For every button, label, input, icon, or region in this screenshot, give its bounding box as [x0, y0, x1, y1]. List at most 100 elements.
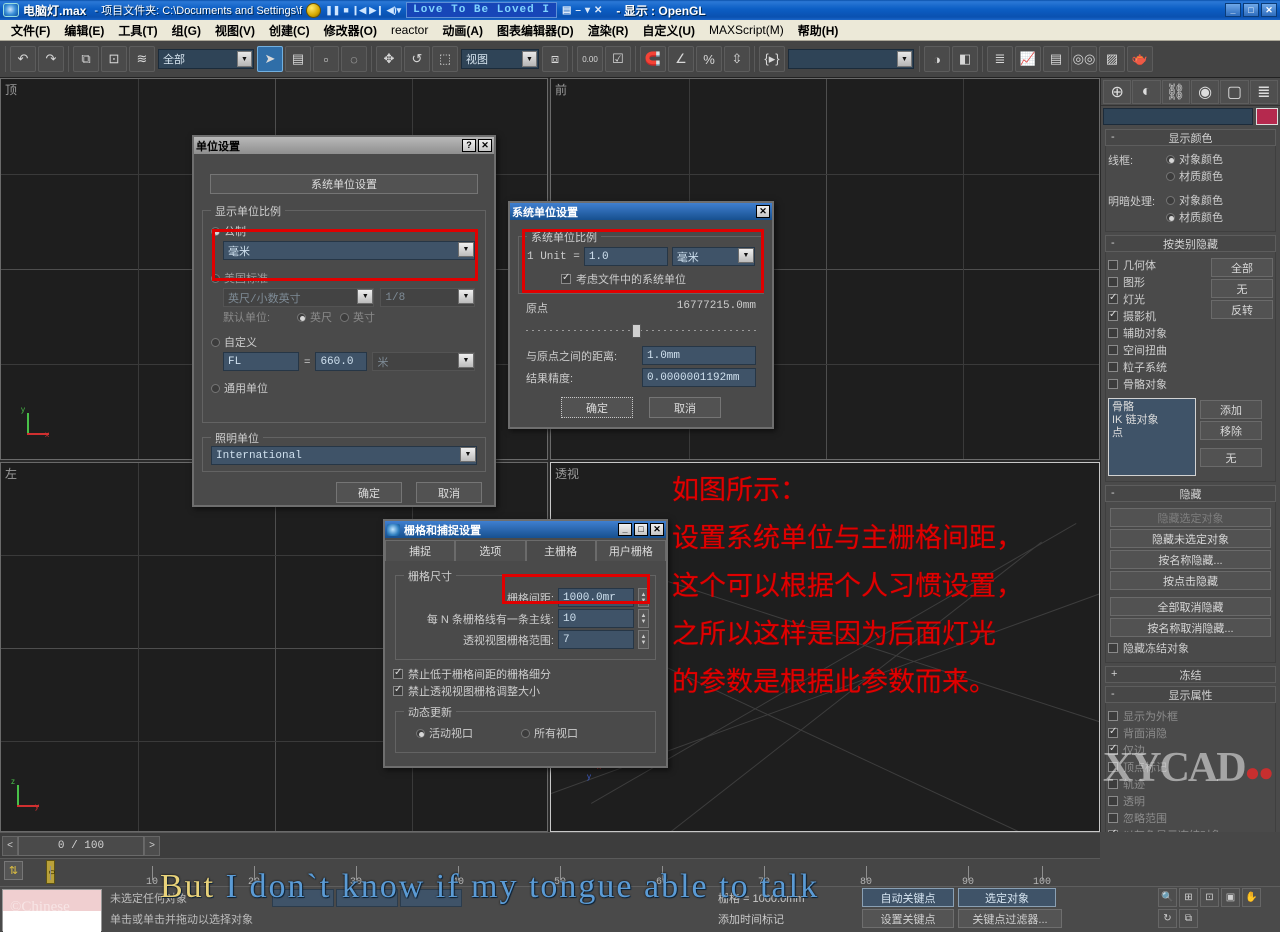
- schematic-view-icon[interactable]: ▤: [1043, 46, 1069, 72]
- named-selection-combo[interactable]: ▼: [788, 49, 914, 69]
- use-pivot-point-center-icon[interactable]: ⧈: [542, 46, 568, 72]
- object-name-input[interactable]: [1103, 107, 1253, 125]
- radio-icon[interactable]: [521, 728, 530, 738]
- zoom-extents-icon[interactable]: ⊡: [1200, 888, 1219, 907]
- percent-snap-toggle-icon[interactable]: %: [696, 46, 722, 72]
- us-unit-combo[interactable]: 英尺/小数英寸 ▼: [223, 288, 375, 307]
- rollout-expander-icon[interactable]: +: [1111, 668, 1117, 680]
- maximize-button[interactable]: □: [1243, 3, 1259, 17]
- maximize-viewport-icon[interactable]: ⧉: [1179, 909, 1198, 928]
- perspective-range-input[interactable]: 7: [558, 630, 634, 649]
- system-units-cancel-button[interactable]: 取消: [649, 397, 721, 418]
- player-minimize-button[interactable]: –: [575, 5, 581, 16]
- system-unit-value-input[interactable]: 1.0: [583, 247, 668, 266]
- menu-create[interactable]: 创建(C): [262, 20, 317, 41]
- category-shapes[interactable]: 图形: [1108, 274, 1211, 290]
- inhibit-perspective-resize-row[interactable]: 禁止透视视图栅格调整大小: [393, 683, 658, 699]
- menu-rendering[interactable]: 渲染(R): [581, 20, 636, 41]
- curve-editor-icon[interactable]: 📈: [1015, 46, 1041, 72]
- player-window-controls[interactable]: ▤ – ▾ ✕: [562, 5, 602, 16]
- category-geometry[interactable]: 几何体: [1108, 257, 1211, 273]
- select-object-icon[interactable]: ➤: [257, 46, 283, 72]
- radio-icon[interactable]: [416, 728, 425, 738]
- window-controls[interactable]: _ □ ✕: [1225, 3, 1277, 17]
- menu-customize[interactable]: 自定义(U): [635, 20, 702, 41]
- checkbox-icon[interactable]: [1108, 328, 1118, 338]
- shaded-option-material-color[interactable]: 材质颜色: [1166, 209, 1273, 225]
- motion-tab-icon[interactable]: ◉: [1190, 79, 1220, 104]
- coord-x-field[interactable]: [272, 889, 334, 907]
- player-transport-controls[interactable]: ❚❚ ■ ❙◀ ▶❙ ◀)▾: [325, 5, 401, 16]
- radio-icon[interactable]: [1166, 171, 1175, 181]
- checkbox-icon[interactable]: [1108, 309, 1118, 321]
- checkbox-icon[interactable]: [1108, 379, 1118, 389]
- add-button[interactable]: 添加: [1200, 400, 1262, 419]
- metric-unit-combo[interactable]: 毫米 ▼: [223, 241, 475, 260]
- quick-render-icon[interactable]: 🫖: [1127, 46, 1153, 72]
- list-item[interactable]: 点: [1112, 427, 1192, 440]
- chevron-down-icon[interactable]: ▼: [458, 353, 474, 368]
- custom-radio-row[interactable]: 自定义: [211, 334, 477, 350]
- spinner-snap-icon[interactable]: ⇳: [724, 46, 750, 72]
- radio-icon[interactable]: [340, 312, 349, 322]
- auto-key-button[interactable]: 自动关键点: [862, 888, 954, 907]
- zoom-icon[interactable]: 🔍: [1158, 888, 1177, 907]
- menu-graph-editors[interactable]: 图表编辑器(D): [490, 20, 581, 41]
- select-and-scale-icon[interactable]: ⬚: [432, 46, 458, 72]
- category-helpers[interactable]: 辅助对象: [1108, 325, 1211, 341]
- command-panel-tabs[interactable]: ⊕ ◐ ⛓ ◉ ▢ ≣: [1101, 78, 1280, 106]
- grid-and-snap-dialog[interactable]: 栅格和捕捉设置 _ □ ✕ 捕捉 选项 主栅格 用户栅格 栅格尺寸 栅格间距: …: [383, 519, 668, 768]
- undo-icon[interactable]: ↶: [10, 46, 36, 72]
- respect-system-units-row[interactable]: 考虑文件中的系统单位: [561, 271, 755, 287]
- radio-icon[interactable]: [297, 312, 306, 322]
- utilities-tab-icon[interactable]: ≣: [1249, 79, 1278, 104]
- frame-indicator[interactable]: 0 / 100: [18, 835, 144, 856]
- all-viewports-radio-row[interactable]: 所有视口: [521, 725, 578, 741]
- player-close-button[interactable]: ✕: [594, 5, 602, 16]
- zoom-region-icon[interactable]: ▣: [1221, 888, 1240, 907]
- chevron-down-icon[interactable]: ▼: [897, 51, 912, 67]
- hide-selected-button[interactable]: 隐藏选定对象: [1110, 508, 1271, 527]
- next-frame-button[interactable]: >: [144, 835, 160, 856]
- select-none-button[interactable]: 无: [1211, 279, 1273, 298]
- category-cameras[interactable]: 摄影机: [1108, 308, 1211, 324]
- checkbox-icon[interactable]: [1108, 643, 1118, 653]
- remove-button[interactable]: 移除: [1200, 421, 1262, 440]
- viewport-navigation-controls[interactable]: 🔍 ⊞ ⊡ ▣ ✋ ↻ ⧉: [1158, 888, 1278, 928]
- tab-user-grids[interactable]: 用户栅格: [595, 540, 666, 561]
- inhibit-grid-subdivision-row[interactable]: 禁止低于栅格间距的栅格细分: [393, 666, 658, 682]
- select-by-name-icon[interactable]: ▤: [285, 46, 311, 72]
- invert-selection-button[interactable]: 反转: [1211, 300, 1273, 319]
- chevron-down-icon[interactable]: ▼: [738, 248, 754, 263]
- prev-frame-button[interactable]: <: [2, 835, 18, 856]
- rectangular-selection-region-icon[interactable]: ▫: [313, 46, 339, 72]
- close-icon[interactable]: ✕: [756, 205, 770, 218]
- prop-display-as-box[interactable]: 显示为外框: [1108, 708, 1273, 724]
- modify-tab-icon[interactable]: ◐: [1132, 79, 1161, 104]
- close-button[interactable]: ✕: [1261, 3, 1277, 17]
- menu-group[interactable]: 组(G): [165, 20, 208, 41]
- checkbox-icon[interactable]: [1108, 726, 1118, 738]
- tab-home-grid[interactable]: 主栅格: [525, 540, 596, 561]
- lighting-unit-combo[interactable]: International ▼: [211, 446, 477, 465]
- rollout-header-display-color[interactable]: - 显示颜色: [1105, 129, 1276, 146]
- material-editor-icon[interactable]: ◎◎: [1071, 46, 1097, 72]
- bind-to-space-warp-icon[interactable]: ≋: [129, 46, 155, 72]
- prev-track-icon[interactable]: ❙◀: [352, 5, 366, 16]
- coordinate-fields[interactable]: [272, 889, 462, 907]
- menu-file[interactable]: 文件(F): [4, 20, 57, 41]
- radio-icon[interactable]: [1166, 212, 1175, 222]
- menu-edit[interactable]: 编辑(E): [57, 20, 111, 41]
- layer-manager-icon[interactable]: ≣: [987, 46, 1013, 72]
- selected-objects-button[interactable]: 选定对象: [958, 888, 1056, 907]
- hide-unselected-button[interactable]: 隐藏未选定对象: [1110, 529, 1271, 548]
- key-filters-button[interactable]: 关键点过滤器...: [958, 909, 1062, 928]
- radio-icon[interactable]: [1166, 195, 1175, 205]
- system-unit-name-combo[interactable]: 毫米 ▼: [671, 247, 755, 266]
- category-listbox[interactable]: 骨骼 IK 链对象 点: [1108, 398, 1196, 476]
- playlist-icon[interactable]: ▤: [562, 5, 571, 16]
- hide-by-name-button[interactable]: 按名称隐藏...: [1110, 550, 1271, 569]
- select-and-move-icon[interactable]: ✥: [376, 46, 402, 72]
- minimize-button[interactable]: _: [1225, 3, 1241, 17]
- wireframe-option-object-color[interactable]: 对象颜色: [1166, 151, 1273, 167]
